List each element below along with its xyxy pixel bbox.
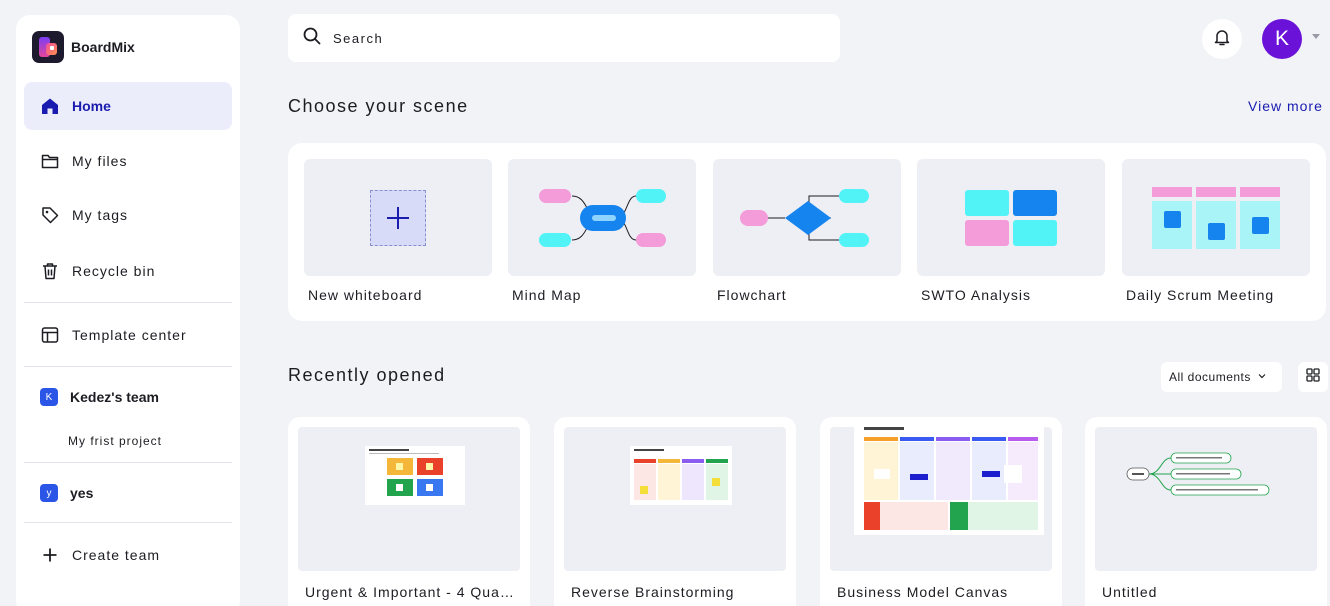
create-team-button[interactable]: Create team [24,531,232,579]
scene-card-flowchart[interactable]: Flowchart [713,159,901,303]
chevron-down-icon [1257,370,1267,384]
scene-panel: New whiteboard Mind Map Flowchart SWTO A… [288,143,1326,321]
doc-title: Untitled [1102,584,1158,600]
recent-doc-card[interactable]: Urgent & Important - 4 Quadrants [288,417,530,606]
divider [24,462,232,463]
tag-icon [40,205,60,225]
sidebar-item-label: Template center [72,327,187,343]
sidebar: BoardMix Home My files My tags Recycle b… [16,15,240,606]
scene-label: New whiteboard [308,287,423,303]
sidebar-item-label: Create team [72,547,161,563]
template-icon [40,325,60,345]
doc-thumbnail [1095,427,1317,571]
recent-doc-card[interactable]: Reverse Brainstorming [554,417,796,606]
divider [24,302,232,303]
search-bar[interactable] [288,14,840,62]
scene-label: Mind Map [512,287,582,303]
sidebar-item-label: My files [72,153,128,169]
doc-thumbnail [564,427,786,571]
swot-grid-icon [965,190,1057,246]
brand[interactable]: BoardMix [32,31,135,63]
recent-doc-card[interactable]: Untitled [1085,417,1327,606]
section-title-recent: Recently opened [288,365,446,385]
recent-doc-card[interactable]: Business Model Canvas [820,417,1062,606]
scene-thumbnail [508,159,696,276]
trash-icon [40,261,60,281]
scene-card-mind-map[interactable]: Mind Map [508,159,696,303]
flowchart-icon [740,189,869,247]
scene-label: SWTO Analysis [921,287,1031,303]
scene-card-new-whiteboard[interactable]: New whiteboard [304,159,492,303]
boardmix-logo-icon [32,31,64,63]
folder-icon [40,151,60,171]
notifications-button[interactable] [1202,19,1242,59]
team-name: yes [70,485,94,501]
mind-map-icon [539,189,666,247]
grid-icon [1306,367,1320,387]
scrum-board-icon [1152,187,1280,249]
avatar[interactable]: K [1262,19,1302,59]
bell-icon [1212,27,1232,52]
sidebar-item-recycle-bin[interactable]: Recycle bin [24,247,232,295]
brand-name: BoardMix [71,39,135,55]
scene-thumbnail [304,159,492,276]
team-badge: y [40,484,58,502]
sidebar-item-my-files[interactable]: My files [24,137,232,185]
doc-thumbnail [830,427,1052,571]
home-icon [40,96,60,116]
sidebar-item-my-tags[interactable]: My tags [24,191,232,239]
sidebar-item-template-center[interactable]: Template center [24,311,232,359]
divider [24,522,232,523]
divider [24,366,232,367]
doc-thumbnail [298,427,520,571]
sidebar-project-item[interactable]: My frist project [68,434,162,448]
view-more-link[interactable]: View more [1248,98,1323,114]
search-input[interactable] [333,30,813,46]
grid-view-toggle[interactable] [1298,362,1328,392]
sidebar-item-label: Home [72,98,111,114]
sidebar-item-label: My tags [72,207,129,223]
scene-thumbnail [1122,159,1310,276]
sidebar-item-label: Recycle bin [72,263,156,279]
documents-filter-dropdown[interactable]: All documents [1161,362,1282,392]
scene-thumbnail [713,159,901,276]
team-name: Kedez's team [70,389,159,405]
scene-label: Daily Scrum Meeting [1126,287,1275,303]
doc-title: Reverse Brainstorming [571,584,735,600]
scene-card-daily-scrum[interactable]: Daily Scrum Meeting [1122,159,1310,303]
chevron-down-icon[interactable] [1312,34,1320,39]
scene-label: Flowchart [717,287,787,303]
filter-label: All documents [1169,370,1251,384]
scene-card-swto-analysis[interactable]: SWTO Analysis [917,159,1105,303]
plus-icon [40,545,60,565]
doc-title: Urgent & Important - 4 Quadrants [305,584,520,600]
new-whiteboard-icon [370,190,426,246]
sidebar-team-yes[interactable]: y yes [40,484,93,502]
sidebar-item-home[interactable]: Home [24,82,232,130]
scene-thumbnail [917,159,1105,276]
section-title-scenes: Choose your scene [288,96,469,116]
search-icon [302,26,322,51]
sidebar-team-kedez[interactable]: K Kedez's team [40,388,159,406]
team-badge: K [40,388,58,406]
doc-title: Business Model Canvas [837,584,1009,600]
